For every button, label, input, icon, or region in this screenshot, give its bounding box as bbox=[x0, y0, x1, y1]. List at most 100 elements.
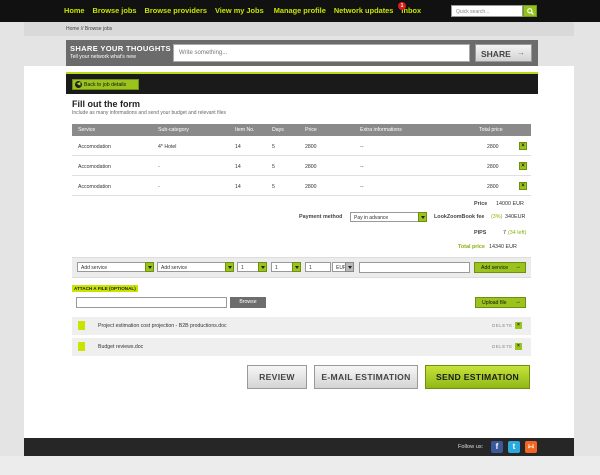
search-button[interactable] bbox=[523, 5, 537, 17]
cell-days: 5 bbox=[272, 184, 275, 190]
cell-extra: -- bbox=[360, 144, 364, 150]
col-price: Price bbox=[305, 127, 317, 133]
cell-days: 5 bbox=[272, 144, 275, 150]
chevron-down-icon bbox=[225, 262, 234, 272]
payment-method-value: Pay in advance bbox=[354, 215, 389, 221]
col-total-price: Total price bbox=[479, 127, 503, 133]
price-value: 14000 EUR bbox=[496, 201, 524, 207]
quantity-select-1[interactable]: 1 bbox=[237, 262, 267, 272]
arrow-right-icon: → bbox=[515, 264, 521, 270]
price-label: Price bbox=[474, 201, 488, 207]
cell-total: 2800 bbox=[487, 144, 499, 150]
payment-method-label: Payment method bbox=[299, 214, 343, 220]
chevron-down-icon bbox=[292, 262, 301, 272]
list-item: Budget reviews.doc DELETE × bbox=[72, 338, 531, 356]
top-navigation: Home Browse jobs Browse providers View m… bbox=[0, 0, 600, 22]
email-estimation-button[interactable]: E-MAIL ESTIMATION bbox=[314, 365, 418, 389]
cell-subcategory: - bbox=[158, 184, 160, 190]
arrow-left-icon: ◀ bbox=[75, 81, 82, 88]
add-service-button-label: Add service bbox=[481, 265, 509, 271]
chevron-down-icon bbox=[258, 262, 267, 272]
facebook-icon[interactable]: f bbox=[491, 441, 503, 453]
pips-left: (34 left) bbox=[508, 230, 527, 236]
share-subtitle: Tell your network what's new bbox=[70, 54, 136, 60]
share-bar: SHARE YOUR THOUGHTS Tell your network wh… bbox=[66, 40, 538, 66]
remove-row-button[interactable]: × bbox=[519, 182, 527, 190]
back-to-job-details-button[interactable]: ◀ Back to job details bbox=[72, 79, 139, 90]
share-button-label: SHARE bbox=[481, 49, 511, 59]
form-title: Fill out the form bbox=[72, 99, 140, 109]
file-name: Project estimation cost projection - B2B… bbox=[98, 323, 227, 329]
cell-subcategory: - bbox=[158, 164, 160, 170]
remove-row-button[interactable]: × bbox=[519, 142, 527, 150]
nav-browse-jobs[interactable]: Browse jobs bbox=[93, 6, 137, 15]
add-service-button[interactable]: Add service → bbox=[474, 262, 526, 273]
cell-extra: -- bbox=[360, 164, 364, 170]
arrow-right-icon: → bbox=[517, 48, 525, 57]
breadcrumb[interactable]: Home // Browse jobs bbox=[66, 26, 112, 32]
cell-item-no: 14 bbox=[235, 144, 241, 150]
amount-input[interactable]: 1 bbox=[305, 262, 331, 272]
extra-info-input[interactable] bbox=[359, 262, 470, 273]
quantity-select-2[interactable]: 1 bbox=[271, 262, 301, 272]
service-select-1[interactable]: Add service bbox=[77, 262, 154, 272]
amount-input-value: 1 bbox=[309, 265, 312, 271]
service-select-2-value: Add service bbox=[161, 265, 188, 271]
cell-service: Accomodation bbox=[78, 164, 111, 170]
fee-percent: (3%) bbox=[491, 214, 503, 220]
total-price-value: 14340 EUR bbox=[489, 244, 517, 250]
cell-service: Accomodation bbox=[78, 144, 111, 150]
nav-browse-providers[interactable]: Browse providers bbox=[145, 6, 207, 15]
currency-select[interactable]: EUR bbox=[332, 262, 354, 272]
col-item-no: Item No. bbox=[235, 127, 255, 133]
follow-us-label: Follow us: bbox=[458, 444, 484, 450]
cell-price: 2800 bbox=[305, 184, 317, 190]
table-row: Accomodation - 14 5 2800 -- 2800 × bbox=[72, 177, 531, 196]
quick-search-input[interactable]: Quick search... bbox=[451, 5, 523, 17]
remove-row-button[interactable]: × bbox=[519, 162, 527, 170]
share-title: SHARE YOUR THOUGHTS bbox=[70, 44, 171, 53]
cell-item-no: 14 bbox=[235, 184, 241, 190]
service-select-2[interactable]: Add service bbox=[157, 262, 234, 272]
pips-label: PIPS bbox=[474, 230, 487, 236]
quantity-select-2-value: 1 bbox=[275, 265, 278, 271]
share-button[interactable]: SHARE → bbox=[475, 44, 532, 62]
breadcrumb-bar: Home // Browse jobs bbox=[24, 22, 574, 36]
nav-home[interactable]: Home bbox=[64, 6, 85, 15]
cell-subcategory: 4* Hotel bbox=[158, 144, 177, 150]
total-price-label: Total price bbox=[458, 244, 485, 250]
twitter-icon[interactable]: t bbox=[508, 441, 520, 453]
back-button-label: Back to job details bbox=[84, 82, 127, 88]
browse-button[interactable]: Browse bbox=[230, 297, 266, 308]
delete-file-link[interactable]: DELETE bbox=[492, 323, 513, 328]
col-extra: Extra informations bbox=[360, 127, 402, 133]
nav-network-updates[interactable]: Network updates bbox=[334, 6, 394, 15]
cell-total: 2800 bbox=[487, 164, 499, 170]
send-estimation-button[interactable]: SEND ESTIMATION bbox=[425, 365, 530, 389]
attach-file-label: ATTACH A FILE (OPTIONAL) bbox=[72, 285, 138, 292]
delete-file-icon[interactable]: × bbox=[515, 322, 522, 329]
fee-label: LookZoomBook fee bbox=[434, 214, 485, 220]
nav-view-my-jobs[interactable]: View my Jobs bbox=[215, 6, 264, 15]
rss-icon[interactable]: ∺ bbox=[525, 441, 537, 453]
cell-price: 2800 bbox=[305, 144, 317, 150]
file-path-input[interactable] bbox=[76, 297, 227, 308]
delete-file-icon[interactable]: × bbox=[515, 343, 522, 350]
table-row: Accomodation - 14 5 2800 -- 2800 × bbox=[72, 157, 531, 176]
quantity-select-1-value: 1 bbox=[241, 265, 244, 271]
delete-file-link[interactable]: DELETE bbox=[492, 344, 513, 349]
fee-value: 340EUR bbox=[505, 214, 526, 220]
upload-file-button[interactable]: Upload file → bbox=[475, 297, 526, 308]
document-icon bbox=[78, 342, 85, 351]
cell-price: 2800 bbox=[305, 164, 317, 170]
share-input[interactable]: Write something... bbox=[173, 44, 470, 62]
nav-manage-profile[interactable]: Manage profile bbox=[274, 6, 326, 15]
payment-method-select[interactable]: Pay in advance bbox=[350, 212, 427, 222]
estimation-table-header: Service Sub-category Item No. Days Price… bbox=[72, 124, 531, 136]
document-icon bbox=[78, 321, 85, 330]
review-button[interactable]: REVIEW bbox=[247, 365, 307, 389]
list-item: Project estimation cost projection - B2B… bbox=[72, 317, 531, 335]
cell-extra: -- bbox=[360, 184, 364, 190]
upload-file-button-label: Upload file bbox=[482, 300, 507, 306]
col-days: Days bbox=[272, 127, 284, 133]
